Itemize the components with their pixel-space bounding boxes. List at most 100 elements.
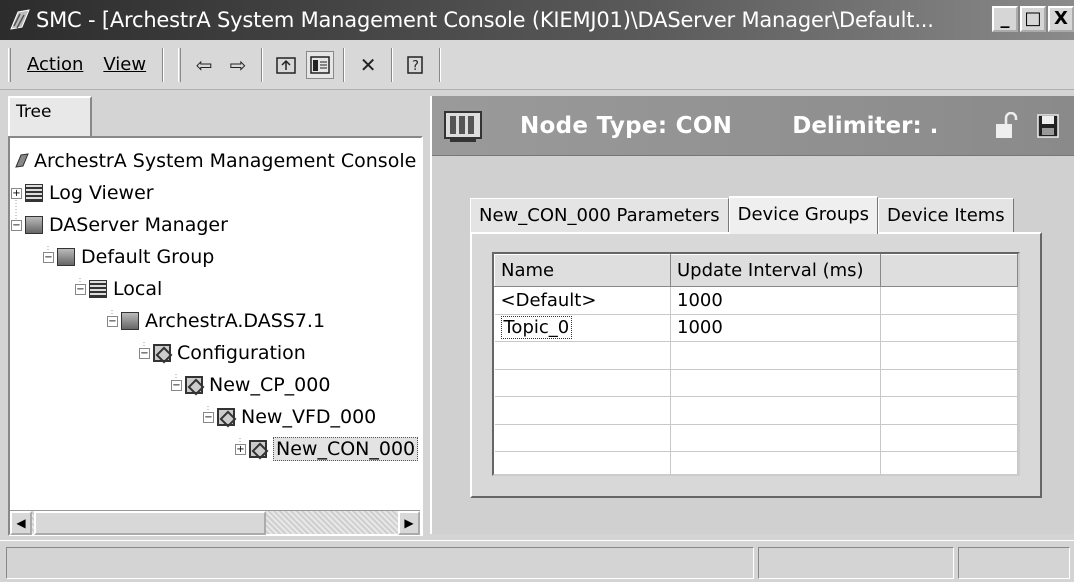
table-row[interactable] bbox=[494, 451, 1018, 474]
focused-cell-text[interactable]: Topic_0 bbox=[500, 316, 573, 340]
device-groups-grid[interactable]: Name Update Interval (ms) <Default> 1000… bbox=[492, 252, 1020, 476]
maximize-button[interactable]: □ bbox=[1020, 6, 1046, 32]
collapse-toggle[interactable]: − bbox=[139, 347, 150, 359]
cell-interval[interactable]: 1000 bbox=[670, 314, 881, 342]
tab-device-items[interactable]: Device Items bbox=[878, 198, 1014, 232]
table-row[interactable] bbox=[494, 369, 1018, 397]
device-icon bbox=[249, 440, 267, 458]
device-groups-panel: Name Update Interval (ms) <Default> 1000… bbox=[470, 232, 1042, 498]
daserver-manager-icon bbox=[25, 216, 43, 234]
log-viewer-icon bbox=[25, 184, 43, 202]
tree-item-archestra-dass[interactable]: − ArchestrA.DASS7.1 bbox=[107, 306, 325, 336]
cell-interval[interactable] bbox=[670, 424, 881, 452]
tree-pane[interactable]: ArchestrA System Management Console + Lo… bbox=[8, 136, 423, 536]
smc-root-icon bbox=[15, 153, 29, 168]
table-row[interactable] bbox=[494, 341, 1018, 370]
detail-tabs: New_CON_000 Parameters Device Groups Dev… bbox=[470, 196, 1014, 234]
menubar-grip[interactable] bbox=[8, 47, 11, 82]
column-header-empty[interactable] bbox=[880, 254, 1018, 287]
delete-icon[interactable]: ✕ bbox=[354, 51, 382, 79]
delimiter-label: Delimiter: . bbox=[792, 112, 939, 139]
show-hide-tree-icon[interactable] bbox=[306, 50, 335, 79]
tree-item-smc-root[interactable]: ArchestrA System Management Console bbox=[14, 146, 416, 176]
help-icon[interactable]: ? bbox=[402, 51, 430, 79]
status-panel-right bbox=[958, 547, 1070, 579]
table-row[interactable]: <Default> 1000 bbox=[494, 286, 1018, 315]
collapse-toggle[interactable]: − bbox=[171, 379, 182, 391]
column-header-name[interactable]: Name bbox=[494, 254, 671, 287]
close-button[interactable]: X bbox=[1048, 6, 1074, 32]
scroll-left-button[interactable]: ◀ bbox=[10, 511, 32, 535]
cell-name[interactable]: <Default> bbox=[494, 286, 671, 315]
cell-interval[interactable] bbox=[670, 396, 881, 425]
column-header-update-interval[interactable]: Update Interval (ms) bbox=[670, 254, 881, 287]
forward-arrow-icon[interactable]: ⇨ bbox=[224, 51, 252, 79]
tree-item-new-cp-000[interactable]: − New_CP_000 bbox=[171, 370, 330, 400]
cell-name[interactable] bbox=[494, 369, 671, 397]
collapse-toggle[interactable]: − bbox=[107, 315, 118, 327]
save-icon[interactable] bbox=[1036, 112, 1060, 140]
node-type-label: Node Type: CON bbox=[520, 112, 733, 139]
expand-toggle[interactable]: + bbox=[11, 187, 22, 199]
tree-item-log-viewer[interactable]: + Log Viewer bbox=[11, 178, 154, 208]
tree-item-default-group[interactable]: − Default Group bbox=[43, 242, 214, 272]
cell-name[interactable] bbox=[494, 451, 671, 474]
expand-toggle[interactable]: + bbox=[235, 443, 246, 455]
toolbar-separator bbox=[439, 47, 442, 82]
tree-item-configuration[interactable]: − Configuration bbox=[139, 338, 306, 368]
cell-name[interactable] bbox=[494, 396, 671, 425]
cell-empty bbox=[880, 286, 1018, 315]
up-folder-icon[interactable] bbox=[272, 51, 300, 79]
scroll-thumb[interactable] bbox=[34, 511, 266, 535]
computer-icon bbox=[89, 280, 107, 298]
menu-view[interactable]: View bbox=[93, 54, 156, 75]
minimize-button[interactable]: _ bbox=[992, 6, 1018, 32]
tree-item-daserver-manager[interactable]: − DAServer Manager bbox=[11, 210, 228, 240]
window-title: SMC - [ArchestrA System Management Conso… bbox=[36, 8, 934, 32]
cell-interval[interactable] bbox=[670, 341, 881, 370]
cell-interval[interactable] bbox=[670, 369, 881, 397]
table-row[interactable] bbox=[494, 396, 1018, 425]
table-row[interactable]: Topic_0 1000 bbox=[494, 314, 1018, 342]
cell-empty bbox=[880, 396, 1018, 425]
status-panel-main bbox=[6, 547, 754, 579]
tab-device-groups[interactable]: Device Groups bbox=[728, 196, 879, 234]
cell-name-focused[interactable]: Topic_0 bbox=[494, 314, 671, 342]
toolbar-grip[interactable] bbox=[178, 47, 182, 82]
collapse-toggle[interactable]: − bbox=[43, 251, 54, 263]
tree-item-new-con-000[interactable]: + New_CON_000 bbox=[235, 434, 419, 464]
tab-parameters[interactable]: New_CON_000 Parameters bbox=[470, 198, 729, 232]
tree-item-label: ArchestrA.DASS7.1 bbox=[145, 310, 326, 332]
menu-toolbar: Action View ⇦ ⇨ ✕ ? bbox=[0, 40, 1074, 90]
cell-name[interactable] bbox=[494, 341, 671, 370]
collapse-toggle[interactable]: − bbox=[203, 411, 214, 423]
toolbar-separator bbox=[162, 47, 165, 82]
cell-empty bbox=[880, 314, 1018, 342]
tree-item-local[interactable]: − Local bbox=[75, 274, 162, 304]
back-arrow-icon[interactable]: ⇦ bbox=[190, 51, 218, 79]
unlock-icon[interactable] bbox=[994, 112, 1018, 140]
tree-item-new-vfd-000[interactable]: − New_VFD_000 bbox=[203, 402, 376, 432]
tree-horizontal-scrollbar[interactable]: ◀ ▶ bbox=[10, 510, 420, 535]
menu-action[interactable]: Action bbox=[17, 54, 93, 75]
detail-pane: Node Type: CON Delimiter: . New_CON_000 … bbox=[430, 96, 1074, 534]
tree-item-label: New_VFD_000 bbox=[241, 406, 377, 428]
tree-item-label: Log Viewer bbox=[49, 182, 154, 204]
svg-text:?: ? bbox=[412, 59, 419, 74]
cell-interval[interactable]: 1000 bbox=[670, 286, 881, 315]
tab-tree[interactable]: Tree bbox=[8, 96, 92, 136]
collapse-toggle[interactable]: − bbox=[75, 283, 86, 295]
group-icon bbox=[57, 248, 75, 266]
cell-interval[interactable] bbox=[670, 451, 881, 474]
collapse-toggle[interactable]: − bbox=[11, 219, 22, 231]
grid-header-row: Name Update Interval (ms) bbox=[494, 254, 1018, 287]
device-icon bbox=[185, 376, 203, 394]
status-bar bbox=[0, 540, 1074, 582]
table-row[interactable] bbox=[494, 424, 1018, 452]
detail-header: Node Type: CON Delimiter: . bbox=[432, 96, 1074, 156]
toolbar-separator bbox=[343, 47, 346, 82]
scroll-right-button[interactable]: ▶ bbox=[398, 511, 420, 535]
cell-name[interactable] bbox=[494, 424, 671, 452]
tree-item-label: Default Group bbox=[81, 246, 215, 268]
status-panel-middle bbox=[758, 547, 954, 579]
